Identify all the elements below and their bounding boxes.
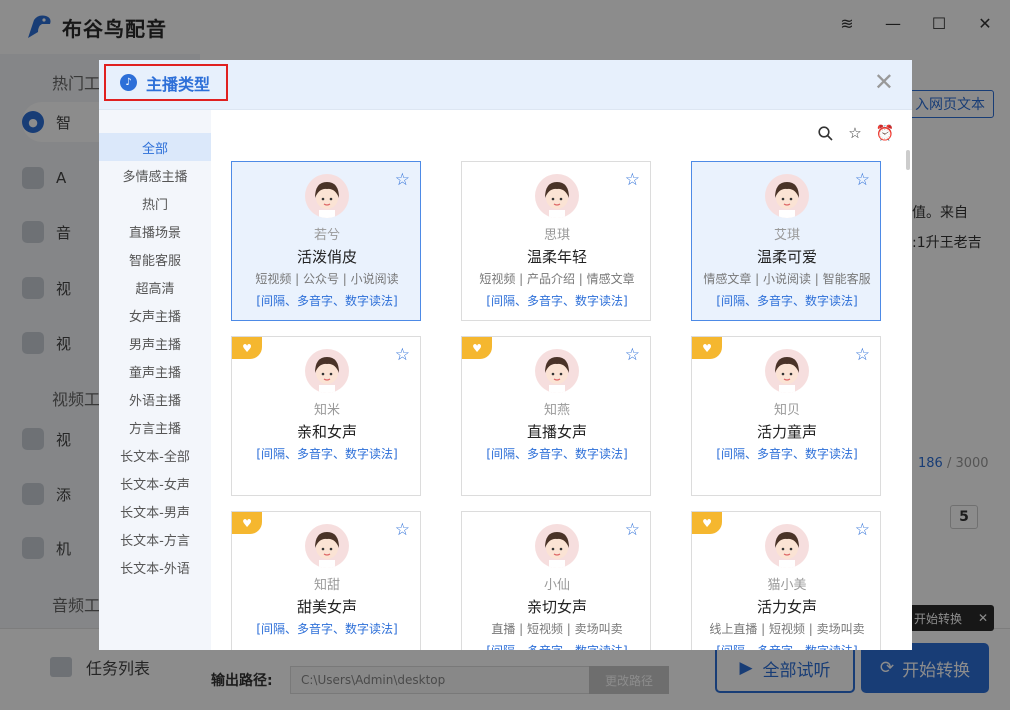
anchor-style: 活力童声 [756, 423, 817, 441]
anchor-card[interactable]: ☆ 艾琪温柔可爱情感文章 | 小说阅读 | 智能客服 [间隔、多音字、数字读法] [691, 161, 881, 321]
history-clock-icon[interactable]: ⏰ [876, 124, 895, 142]
category-item[interactable]: 直播场景 [99, 217, 211, 245]
avatar [305, 174, 349, 218]
category-item[interactable]: 全部 [99, 133, 211, 161]
modal-close-icon[interactable]: ✕ [874, 70, 894, 94]
anchor-card[interactable]: ♥ ☆ 知贝活力童声 [间隔、多音字、数字读法] [691, 336, 881, 496]
anchor-name: 知米 [313, 403, 340, 418]
favorite-star-icon[interactable]: ☆ [847, 124, 863, 142]
scrollbar-thumb[interactable] [906, 150, 910, 170]
music-note-icon: ♪ [120, 74, 137, 91]
anchor-tags: 短视频 | 公众号 | 小说阅读 [255, 272, 399, 286]
avatar [305, 524, 349, 568]
category-item[interactable]: 多情感主播 [99, 161, 211, 189]
category-item[interactable]: 女声主播 [99, 301, 211, 329]
search-icon[interactable] [817, 125, 833, 141]
avatar [535, 349, 579, 393]
anchor-card[interactable]: ♥ ☆ 知燕直播女声 [间隔、多音字、数字读法] [461, 336, 651, 496]
anchor-name: 思琪 [543, 228, 570, 243]
vip-badge-icon: ♥ [462, 337, 492, 359]
modal-title: 主播类型 [146, 74, 211, 94]
favorite-star-icon[interactable]: ☆ [625, 172, 640, 189]
category-item[interactable]: 方言主播 [99, 413, 211, 441]
modal-tools: ☆ ⏰ [817, 124, 895, 142]
anchor-features: [间隔、多音字、数字读法] [692, 642, 882, 650]
anchor-features: [间隔、多音字、数字读法] [256, 447, 398, 461]
anchor-tags: 直播 | 短视频 | 卖场叫卖 [491, 622, 623, 636]
anchor-name: 知贝 [773, 403, 800, 418]
anchor-name: 若兮 [313, 228, 340, 243]
favorite-star-icon[interactable]: ☆ [395, 347, 410, 364]
anchor-name: 艾琪 [773, 228, 800, 243]
modal-header: ♪ 主播类型 ✕ [99, 60, 912, 110]
anchor-name: 知燕 [543, 403, 570, 418]
anchor-style: 亲切女声 [526, 598, 587, 616]
anchor-card[interactable]: ☆ 若兮活泼俏皮短视频 | 公众号 | 小说阅读 [间隔、多音字、数字读法] [231, 161, 421, 321]
vip-badge-icon: ♥ [232, 512, 262, 534]
modal-title-highlight: ♪ 主播类型 [104, 64, 228, 101]
anchor-style: 温柔可爱 [756, 248, 817, 266]
anchor-features: [间隔、多音字、数字读法] [486, 447, 628, 461]
anchor-card[interactable]: ♥ ☆ 猫小美活力女声线上直播 | 短视频 | 卖场叫卖 [间隔、多音字、数字读法] [691, 511, 881, 650]
anchor-style: 直播女声 [526, 423, 587, 441]
vip-badge-icon: ♥ [232, 337, 262, 359]
vip-badge-icon: ♥ [692, 512, 722, 534]
anchor-name: 猫小美 [767, 578, 807, 593]
anchor-card[interactable]: ☆ 小仙亲切女声直播 | 短视频 | 卖场叫卖 [间隔、多音字、数字读法] [461, 511, 651, 650]
favorite-star-icon[interactable]: ☆ [395, 172, 410, 189]
anchor-features: [间隔、多音字、数字读法] [462, 642, 652, 650]
favorite-star-icon[interactable]: ☆ [395, 522, 410, 539]
anchor-tags: 线上直播 | 短视频 | 卖场叫卖 [709, 622, 865, 636]
favorite-star-icon[interactable]: ☆ [625, 347, 640, 364]
anchor-card[interactable]: ♥ ☆ 知甜甜美女声 [间隔、多音字、数字读法] [231, 511, 421, 650]
category-item[interactable]: 外语主播 [99, 385, 211, 413]
favorite-star-icon[interactable]: ☆ [625, 522, 640, 539]
avatar [765, 174, 809, 218]
favorite-star-icon[interactable]: ☆ [855, 172, 870, 189]
category-item[interactable]: 长文本-男声 [99, 497, 211, 525]
anchor-style: 活力女声 [756, 598, 817, 616]
anchor-card[interactable]: ☆ 思琪温柔年轻短视频 | 产品介绍 | 情感文章 [间隔、多音字、数字读法] [461, 161, 651, 321]
favorite-star-icon[interactable]: ☆ [855, 522, 870, 539]
category-item[interactable]: 长文本-外语 [99, 553, 211, 581]
category-list: 全部 多情感主播 热门 直播场景 智能客服 超高清 女声主播 男声主播 童声主播 外语主播 方言主播… [99, 110, 211, 650]
category-item[interactable]: 长文本-全部 [99, 441, 211, 469]
avatar [535, 174, 579, 218]
category-item[interactable]: 热门 [99, 189, 211, 217]
category-item[interactable]: 超高清 [99, 273, 211, 301]
category-item[interactable]: 男声主播 [99, 329, 211, 357]
avatar [765, 524, 809, 568]
category-item[interactable]: 长文本-方言 [99, 525, 211, 553]
category-item[interactable]: 长文本-女声 [99, 469, 211, 497]
avatar [305, 349, 349, 393]
anchor-type-modal: ♪ 主播类型 ✕ 全部 多情感主播 热门 直播场景 智能客服 超高清 女声主播 男声主播 童声主… [99, 60, 912, 650]
anchor-name: 知甜 [313, 578, 340, 593]
anchor-style: 活泼俏皮 [296, 248, 357, 266]
category-item[interactable]: 智能客服 [99, 245, 211, 273]
anchor-style: 亲和女声 [296, 423, 357, 441]
anchor-features: [间隔、多音字、数字读法] [716, 447, 858, 461]
favorite-star-icon[interactable]: ☆ [855, 347, 870, 364]
anchor-tags: 情感文章 | 小说阅读 | 智能客服 [703, 272, 871, 286]
avatar [535, 524, 579, 568]
anchor-features: [间隔、多音字、数字读法] [716, 294, 858, 308]
anchor-style: 温柔年轻 [526, 248, 587, 266]
anchor-features: [间隔、多音字、数字读法] [256, 622, 398, 636]
anchor-name: 小仙 [543, 578, 570, 593]
anchor-features: [间隔、多音字、数字读法] [486, 294, 628, 308]
avatar [765, 349, 809, 393]
category-item[interactable]: 童声主播 [99, 357, 211, 385]
anchor-card[interactable]: ♥ ☆ 知米亲和女声 [间隔、多音字、数字读法] [231, 336, 421, 496]
vip-badge-icon: ♥ [692, 337, 722, 359]
anchor-style: 甜美女声 [296, 598, 357, 616]
anchor-tags: 短视频 | 产品介绍 | 情感文章 [479, 272, 635, 286]
anchor-features: [间隔、多音字、数字读法] [256, 294, 398, 308]
